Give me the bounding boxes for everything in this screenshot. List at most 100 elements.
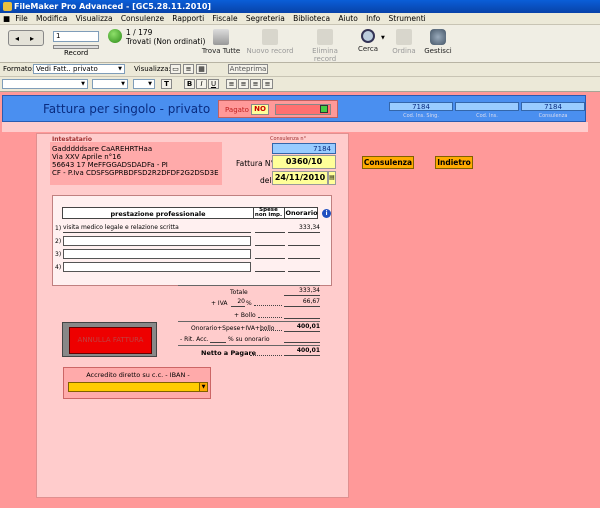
intestatario-line: Via XXV Aprile n°16	[52, 153, 122, 161]
row-number: 4)	[55, 264, 62, 271]
layout-select[interactable]: Vedi Fatt.. privato ▼	[33, 64, 125, 74]
row-number: 3)	[55, 251, 62, 258]
row-description[interactable]	[63, 236, 251, 246]
row-onorario[interactable]	[288, 262, 320, 272]
consulenza-button[interactable]: Consulenza	[362, 156, 414, 169]
ritenuta-suffix: % su onorario	[228, 336, 270, 343]
menu-bar: ■ File Modifica Visualizza Consulenze Ra…	[0, 13, 600, 25]
consulenza-number-value: 7184	[272, 143, 336, 154]
window-title: FileMaker Pro Advanced - [GC5.28.11.2010…	[14, 2, 212, 11]
calendar-icon[interactable]	[320, 105, 328, 113]
table-header: prestazione professionale Spese non imp.…	[62, 207, 318, 219]
row-spese[interactable]	[255, 249, 285, 259]
menu-biblioteca[interactable]: Biblioteca	[290, 13, 333, 25]
row-onorario[interactable]	[288, 236, 320, 246]
font-select[interactable]: ▼	[2, 79, 88, 89]
row-spese[interactable]	[255, 223, 285, 233]
window-title-bar: FileMaker Pro Advanced - [GC5.28.11.2010…	[0, 0, 600, 13]
invoice-number-field[interactable]: 0360/10	[272, 155, 336, 169]
table-row: 2)	[55, 236, 331, 248]
iva-value: 66,67	[284, 297, 320, 307]
chevron-down-icon: ▼	[121, 81, 125, 87]
invoice-date-field[interactable]: 24/11/2010	[272, 171, 328, 185]
delete-record-button[interactable]: Elimina record	[300, 29, 350, 63]
preview-button[interactable]: Anteprima	[228, 64, 268, 74]
ritenuta-percent-field[interactable]	[210, 333, 226, 343]
table-row: 3)	[55, 249, 331, 261]
style-select[interactable]: ▼	[133, 79, 155, 89]
col-onorario: Onorario	[284, 208, 318, 218]
invoice-date-label: del	[260, 176, 272, 185]
app-icon	[3, 2, 12, 11]
show-all-button[interactable]: Trova Tutte	[200, 29, 242, 55]
record-number-field[interactable]: 1	[53, 31, 99, 42]
total-value: 333,34	[284, 286, 320, 296]
record-count: 1 / 179	[126, 28, 153, 37]
record-navigator[interactable]: ◂ ▸	[8, 30, 44, 46]
paid-value[interactable]: NO	[251, 104, 269, 115]
view-table-icon[interactable]: ▦	[196, 64, 207, 74]
prev-record-icon[interactable]: ◂	[15, 34, 19, 43]
find-button[interactable]: Cerca	[356, 29, 380, 53]
intestatario-line: CF - P.Iva CDSFSGPRBDFSD2R2DFDF2G2DSD3E	[52, 169, 219, 177]
menu-segreteria[interactable]: Segreteria	[243, 13, 288, 25]
bollo-label: + Bollo	[234, 312, 256, 319]
app-menu-icon[interactable]: ■	[0, 13, 10, 25]
manage-button[interactable]: Gestisci	[423, 29, 453, 55]
intestatario-line: Gadddddsare CaAREHRTHaa	[52, 145, 153, 153]
bollo-value[interactable]	[284, 309, 320, 319]
row-description[interactable]	[63, 262, 251, 272]
align-right-icon[interactable]: ≡	[250, 79, 261, 89]
menu-file[interactable]: File	[12, 13, 31, 25]
align-left-icon[interactable]: ≡	[226, 79, 237, 89]
row-spese[interactable]	[255, 236, 285, 246]
paid-field-group: Pagato NO	[218, 100, 338, 118]
text-color-icon[interactable]: T	[161, 79, 172, 89]
iban-block: Accredito diretto su c.c. - IBAN - ▼	[63, 367, 211, 399]
menu-aiuto[interactable]: Aiuto	[335, 13, 361, 25]
status-toolbar: ◂ ▸ 1 Record 1 / 179 Trovati (Non ordina…	[0, 25, 600, 63]
font-size-select[interactable]: ▼	[92, 79, 128, 89]
manage-database-icon	[430, 29, 446, 45]
new-record-button[interactable]: Nuovo record	[246, 29, 294, 55]
leader-dots	[258, 317, 282, 318]
menu-modifica[interactable]: Modifica	[33, 13, 70, 25]
cancel-invoice-button[interactable]: ANNULLA FATTURA	[69, 327, 152, 354]
row-onorario[interactable]	[288, 249, 320, 259]
find-dropdown-icon[interactable]: ▼	[381, 35, 385, 41]
info-icon[interactable]: i	[322, 209, 331, 218]
layout-bar: Formato: Vedi Fatt.. privato ▼ Visualizz…	[0, 63, 600, 77]
next-record-icon[interactable]: ▸	[30, 34, 34, 43]
row-spese[interactable]	[255, 262, 285, 272]
italic-icon[interactable]: I	[196, 79, 207, 89]
menu-strumenti[interactable]: Strumenti	[386, 13, 429, 25]
services-table: prestazione professionale Spese non imp.…	[52, 195, 332, 286]
bold-icon[interactable]: B	[184, 79, 195, 89]
view-list-icon[interactable]: ≡	[183, 64, 194, 74]
menu-visualizza[interactable]: Visualizza	[73, 13, 116, 25]
calendar-icon[interactable]: ▤	[328, 171, 336, 185]
align-justify-icon[interactable]: ≡	[262, 79, 273, 89]
intestatario-block[interactable]: Gadddddsare CaAREHRTHaa Via XXV Aprile n…	[50, 142, 222, 185]
menu-consulenze[interactable]: Consulenze	[118, 13, 167, 25]
paid-label: Pagato	[225, 106, 249, 114]
menu-info[interactable]: Info	[363, 13, 383, 25]
col-spese-line2: non imp.	[254, 212, 283, 218]
layout-label: Formato:	[3, 65, 35, 73]
iva-label: + IVA	[211, 300, 228, 307]
net-label: Netto a Pagare	[201, 349, 257, 357]
view-form-icon[interactable]: ▭	[170, 64, 181, 74]
row-description[interactable]: visita medico legale e relazione scritta	[63, 223, 251, 233]
menu-fiscale[interactable]: Fiscale	[209, 13, 240, 25]
align-center-icon[interactable]: ≡	[238, 79, 249, 89]
row-onorario[interactable]: 333,34	[288, 223, 320, 233]
iban-select[interactable]: ▼	[68, 382, 208, 392]
menu-rapporti[interactable]: Rapporti	[169, 13, 207, 25]
row-description[interactable]	[63, 249, 251, 259]
underline-icon[interactable]: U	[208, 79, 219, 89]
cod-ins-value	[455, 102, 519, 111]
sort-button[interactable]: Ordina	[391, 29, 417, 55]
header-strip	[2, 122, 588, 132]
iva-percent-field[interactable]: 20	[231, 297, 245, 307]
back-button[interactable]: Indietro	[435, 156, 473, 169]
